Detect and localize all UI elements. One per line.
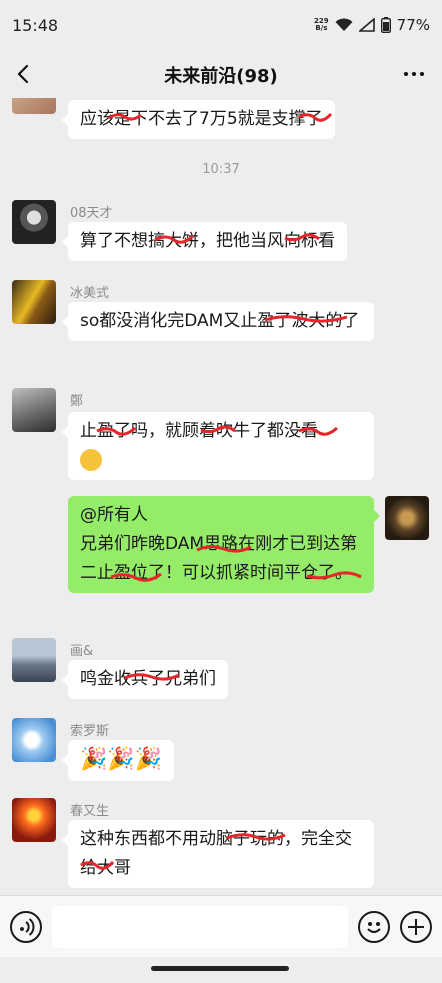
avatar[interactable] <box>12 718 56 762</box>
party-popper-emoji-icon: 🎉🎉🎉 <box>80 747 163 772</box>
more-dot <box>420 72 424 76</box>
network-speed-unit: B/s <box>315 24 328 32</box>
message-text: 算了不想搞大饼，把他当风向标看 <box>80 231 335 251</box>
more-dot <box>412 72 416 76</box>
more-button[interactable] <box>400 60 428 88</box>
battery-icon <box>380 17 391 33</box>
status-time: 15:48 <box>12 16 59 35</box>
message-text: 鸣金收兵了兄弟们 <box>80 669 216 689</box>
emoji-button[interactable] <box>358 911 390 943</box>
message-list[interactable]: 应该是下不去了7万5就是支撑了 10:37 08天才 算了不想搞大饼，把他当风向… <box>0 98 442 895</box>
sender-name: 冰美式 <box>70 286 110 301</box>
status-bar: 15:48 229 B/s 77% <box>0 0 442 52</box>
message-input[interactable] <box>52 906 348 948</box>
avatar[interactable] <box>385 496 429 540</box>
time-divider: 10:37 <box>202 162 240 177</box>
emoji-icon <box>367 922 381 933</box>
sender-name: 鄭 <box>70 394 84 409</box>
sender-name: 索罗斯 <box>70 724 110 739</box>
avatar[interactable] <box>12 200 56 244</box>
status-icons: 229 B/s 77% <box>314 16 430 34</box>
signal-icon <box>358 18 375 32</box>
battery-percent: 77% <box>396 16 430 34</box>
sender-name: 春又生 <box>70 804 110 819</box>
network-speed: 229 B/s <box>314 18 329 32</box>
input-bar <box>0 895 442 957</box>
voice-button[interactable] <box>10 911 42 943</box>
mention-text[interactable]: @所有人 <box>80 505 148 525</box>
message-text: 这种东西都不用动脑子玩的，完全交给大哥 <box>80 829 352 878</box>
avatar[interactable] <box>12 98 56 114</box>
avatar[interactable] <box>12 798 56 842</box>
message-bubble[interactable]: @所有人 兄弟们昨晚DAM思路在刚才已到达第二止盈位了！可以抓紧时间平仓了。 <box>68 496 380 593</box>
wifi-icon <box>335 18 353 31</box>
message-bubble[interactable]: 鸣金收兵了兄弟们 <box>62 660 228 699</box>
sender-name: 画& <box>70 644 94 659</box>
avatar[interactable] <box>12 280 56 324</box>
message-bubble[interactable]: 🎉🎉🎉 <box>61 740 175 781</box>
message-bubble[interactable]: 这种东西都不用动脑子玩的，完全交给大哥 <box>62 820 374 888</box>
home-indicator[interactable] <box>151 966 289 971</box>
message-bubble[interactable]: 算了不想搞大饼，把他当风向标看 <box>62 222 347 261</box>
avatar[interactable] <box>12 638 56 682</box>
laughing-emoji-icon <box>80 449 102 471</box>
avatar[interactable] <box>12 388 56 432</box>
message-text: so都没消化完DAM又止盈了波大的了 <box>80 311 360 331</box>
chat-title[interactable]: 未来前沿(98) <box>0 62 442 88</box>
message-bubble[interactable]: so都没消化完DAM又止盈了波大的了 <box>62 302 374 341</box>
message-text: 止盈了吗，就顾着吹牛了都没看 <box>80 421 318 441</box>
chat-header: 未来前沿(98) <box>0 52 442 98</box>
plus-icon <box>408 919 424 935</box>
message-text: 兄弟们昨晚DAM思路在刚才已到达第二止盈位了！可以抓紧时间平仓了。 <box>80 534 358 583</box>
plus-button[interactable] <box>400 911 432 943</box>
message-text: 应该是下不去了7万5就是支撑了 <box>80 109 323 129</box>
more-dots-icon <box>404 72 408 76</box>
voice-icon <box>20 918 35 936</box>
message-bubble[interactable]: 止盈了吗，就顾着吹牛了都没看 <box>62 412 374 480</box>
message-bubble[interactable]: 应该是下不去了7万5就是支撑了 <box>62 100 335 139</box>
sender-name: 08天才 <box>70 206 113 221</box>
